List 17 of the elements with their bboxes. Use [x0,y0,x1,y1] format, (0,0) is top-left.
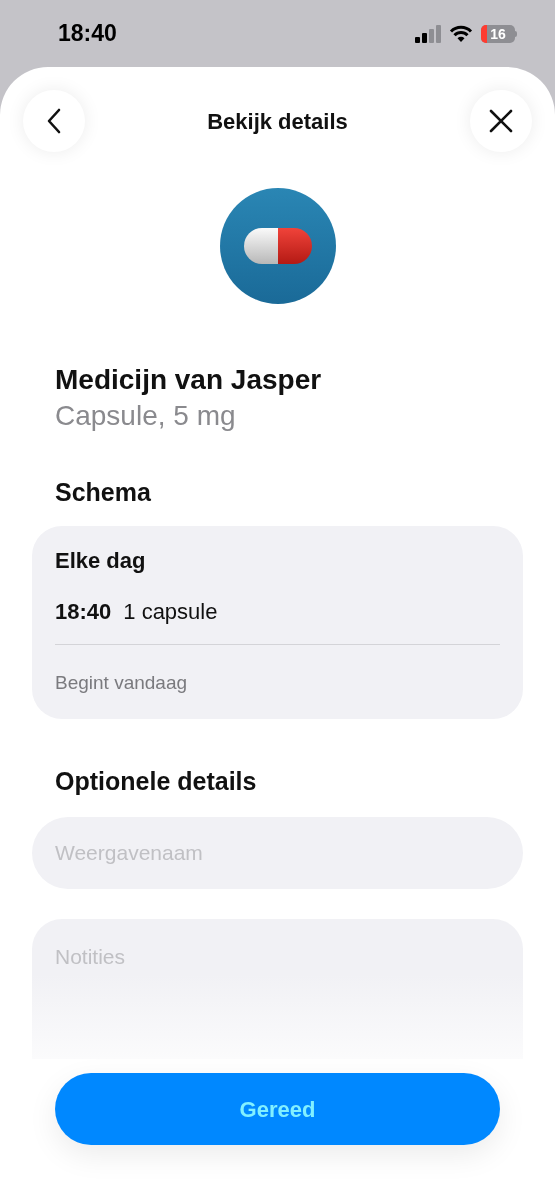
dose-time: 18:40 [55,597,112,626]
capsule-icon [219,188,336,304]
signal-icon [415,24,441,43]
section-heading: Optionele details [54,766,258,797]
section-heading: Schema [55,477,152,508]
chevron-left-icon [47,108,61,134]
battery-icon: 16 [481,24,517,43]
close-icon [489,109,513,133]
start-date-text: Begint vandaag [55,670,189,695]
done-button[interactable]: Gereed [55,1073,500,1145]
sheet-title: Bekijk details [207,107,348,136]
medication-form: Capsule, 5 mg [55,399,237,433]
frequency-label: Elke dag [55,546,147,575]
wifi-icon [449,24,473,43]
status-time: 18:40 [58,19,117,49]
medication-name: Medicijn van Jasper [55,363,323,397]
dose-amount: 1 capsule [123,597,218,626]
